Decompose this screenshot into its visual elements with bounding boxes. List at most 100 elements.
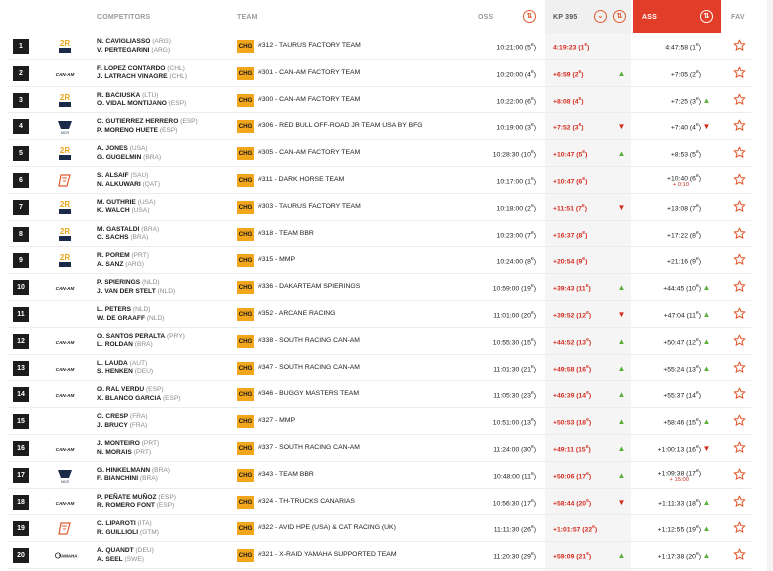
favorite-star-icon[interactable]: [733, 253, 746, 266]
team-name[interactable]: #301 - CAN-AM FACTORY TEAM: [258, 69, 360, 76]
taurus-logo-icon: 2R: [52, 145, 78, 162]
table-row[interactable]: 10 CAN-AM P. SPIERINGS (NLD) J. VAN DER STE…: [0, 274, 773, 301]
oss-time: 10:18:00 (2e): [496, 202, 536, 213]
table-row[interactable]: 13 CAN-AM L. LAUDA (AUT) S. HENKEN (DEU) CHG…: [0, 355, 773, 382]
favorite-star-icon[interactable]: [733, 468, 746, 481]
team-name[interactable]: #305 - CAN-AM FACTORY TEAM: [258, 149, 360, 156]
favorite-star-icon[interactable]: [733, 93, 746, 106]
favorite-star-icon[interactable]: [733, 414, 746, 427]
table-row[interactable]: 9 2R R. POREM (PRT) A. SANZ (ARG) CHG #315 - …: [0, 247, 773, 275]
team-name[interactable]: #303 - TAURUS FACTORY TEAM: [258, 203, 361, 210]
team-name[interactable]: #346 - BUGGY MASTERS TEAM: [258, 390, 359, 397]
kp-sort-button[interactable]: ⇅: [613, 10, 626, 23]
team-name[interactable]: #318 - TEAM BBR: [258, 230, 314, 237]
table-row[interactable]: 19 C. LIPAROTI (ITA) R. GUILLIOLI (GTM) CHG…: [0, 515, 773, 543]
team-name[interactable]: #300 - CAN-AM FACTORY TEAM: [258, 96, 360, 103]
favorite-star-icon[interactable]: [733, 200, 746, 213]
table-row[interactable]: 1 2R N. CAVIGLIASSO (ARG) V. PERTEGARINI (A…: [0, 33, 773, 60]
oss-header: OSS: [478, 14, 494, 21]
team-name[interactable]: #343 - TEAM BBR: [258, 471, 314, 478]
crew-names[interactable]: O. SANTOS PERALTA (PRY) L. ROLDAN (BRA): [97, 333, 185, 350]
table-row[interactable]: 17 MCR G. HINKELMANN (BRA) F. BIANCHINI (BR…: [0, 462, 773, 489]
team-name[interactable]: #322 - AVID HPE (USA) & CAT RACING (UK): [258, 524, 396, 531]
team-name[interactable]: #311 - DARK HORSE TEAM: [258, 176, 344, 183]
crew-names[interactable]: A. JONES (USA) G. GUGELMIN (BRA): [97, 145, 161, 162]
favorite-star-icon[interactable]: [733, 39, 746, 52]
table-row[interactable]: 12 CAN-AM O. SANTOS PERALTA (PRY) L. ROLDAN…: [0, 328, 773, 355]
favorite-star-icon[interactable]: [733, 495, 746, 508]
ass-sort-button[interactable]: ⇅: [700, 10, 713, 23]
crew-names[interactable]: N. CAVIGLIASSO (ARG) V. PERTEGARINI (ARG): [97, 38, 171, 55]
table-row[interactable]: 5 2R A. JONES (USA) G. GUGELMIN (BRA) CHG #30…: [0, 140, 773, 167]
oss-sort-button[interactable]: ⇅: [523, 10, 536, 23]
favorite-star-icon[interactable]: [733, 361, 746, 374]
crew-names[interactable]: F. LOPEZ CONTARDO (CHL) J. LATRACH VINAGR…: [97, 65, 187, 82]
crew-names[interactable]: C. CRESP (FRA) J. BRUCY (FRA): [97, 413, 148, 430]
crew-names[interactable]: R. POREM (PRT) A. SANZ (ARG): [97, 252, 149, 269]
crew-names[interactable]: C. LIPAROTI (ITA) R. GUILLIOLI (GTM): [97, 520, 159, 537]
crew-names[interactable]: M. GUTHRIE (USA) K. WALCH (USA): [97, 199, 156, 216]
oss-time-value: 10:24:00: [496, 258, 524, 266]
table-row[interactable]: 16 CAN-AM J. MONTEIRO (PRT) N. MORAIS (PRT)…: [0, 435, 773, 462]
crew-names[interactable]: O. RAL VERDU (ESP) X. BLANCO GARCIA (ESP): [97, 386, 181, 403]
oss-rank: 30: [523, 446, 531, 454]
favorite-star-icon[interactable]: [733, 146, 746, 159]
crew-names[interactable]: L. PETERS (NLD) W. DE GRAAFF (NLD): [97, 306, 164, 323]
team-name[interactable]: #315 - MMP: [258, 256, 295, 263]
crew-names[interactable]: S. ALSAIF (SAU) N. ALKUWARI (QAT): [97, 172, 160, 189]
kp-rank: 12: [578, 312, 587, 320]
driver-country: (DEU): [135, 547, 154, 555]
team-name[interactable]: #324 - TH-TRUCKS CANARIAS: [258, 498, 355, 505]
table-row[interactable]: 2 CAN-AM F. LOPEZ CONTARDO (CHL) J. LATRACH…: [0, 60, 773, 87]
table-row[interactable]: 7 2R M. GUTHRIE (USA) K. WALCH (USA) CHG #303…: [0, 194, 773, 221]
crew-names[interactable]: A. QUANDT (DEU) A. SEEL (SWE): [97, 547, 154, 564]
favorite-star-icon[interactable]: [733, 334, 746, 347]
table-row[interactable]: 4 MCR C. GUTIERREZ HERRERO (ESP) P. MORENO …: [0, 113, 773, 141]
crew-names[interactable]: J. MONTEIRO (PRT) N. MORAIS (PRT): [97, 440, 159, 457]
favorite-star-icon[interactable]: [733, 521, 746, 534]
crew-names[interactable]: C. GUTIERREZ HERRERO (ESP) P. MORENO HUET…: [97, 118, 198, 135]
table-row[interactable]: 8 2R M. GASTALDI (BRA) C. SACHS (BRA) CHG #31…: [0, 221, 773, 248]
category-badge: CHG: [237, 254, 254, 268]
driver-country: (PRT): [141, 440, 160, 447]
team-name[interactable]: #321 - X-RAID YAMAHA SUPPORTED TEAM: [258, 551, 397, 558]
team-name[interactable]: #327 - MMP: [258, 417, 295, 424]
favorite-star-icon[interactable]: [733, 387, 746, 400]
team-name[interactable]: #312 - TAURUS FACTORY TEAM: [258, 42, 361, 49]
table-row[interactable]: 20 YAMAHA A. QUANDT (DEU) A. SEEL (SWE) CHG #…: [0, 542, 773, 569]
favorite-star-icon[interactable]: [733, 227, 746, 240]
crew-names[interactable]: L. LAUDA (AUT) S. HENKEN (DEU): [97, 360, 153, 377]
category-badge: CHG: [237, 200, 254, 214]
favorite-star-icon[interactable]: [733, 307, 746, 320]
table-row[interactable]: 15 C. CRESP (FRA) J. BRUCY (FRA) CHG #327 - …: [0, 408, 773, 435]
table-row[interactable]: 18 CAN-AM P. PEÑATE MUÑOZ (ESP) R. ROMERO F…: [0, 489, 773, 516]
position-badge: 8: [13, 226, 29, 242]
favorite-star-icon[interactable]: [733, 441, 746, 454]
table-row[interactable]: 14 CAN-AM O. RAL VERDU (ESP) X. BLANCO GARC…: [0, 381, 773, 409]
table-row[interactable]: 3 2R R. BACIUSKA (LTU) O. VIDAL MONTIJANO (…: [0, 87, 773, 114]
category-badge: CHG: [237, 549, 254, 563]
ass-time: +8:53 (5e): [670, 149, 701, 159]
scrollbar[interactable]: [767, 0, 773, 571]
ass-time: +7:25 (3e): [670, 95, 701, 105]
favorite-star-icon[interactable]: [733, 548, 746, 561]
team-name[interactable]: #338 - SOUTH RACING CAN-AM: [258, 337, 360, 344]
crew-names[interactable]: G. HINKELMANN (BRA) F. BIANCHINI (BRA): [97, 467, 170, 484]
favorite-star-icon[interactable]: [733, 66, 746, 79]
kp-select-chevron-down-icon[interactable]: ⌄: [594, 10, 607, 23]
crew-names[interactable]: M. GASTALDI (BRA) C. SACHS (BRA): [97, 226, 159, 243]
team-name[interactable]: #336 - DAKARTEAM SPIERINGS: [258, 283, 360, 290]
favorite-star-icon[interactable]: [733, 119, 746, 132]
crew-names[interactable]: R. BACIUSKA (LTU) O. VIDAL MONTIJANO (ESP…: [97, 92, 186, 109]
driver-country: (AUT): [129, 359, 148, 367]
table-row[interactable]: 11 L. PETERS (NLD) W. DE GRAAFF (NLD) CHG #3…: [0, 301, 773, 328]
favorite-star-icon[interactable]: [733, 173, 746, 186]
crew-names[interactable]: P. SPIERINGS (NLD) J. VAN DER STELT (NLD): [97, 279, 175, 296]
crew-names[interactable]: P. PEÑATE MUÑOZ (ESP) R. ROMERO FONT (ESP…: [97, 494, 176, 511]
team-name[interactable]: #337 - SOUTH RACING CAN-AM: [258, 444, 360, 451]
team-name[interactable]: #306 - RED BULL OFF-ROAD JR TEAM USA BY …: [258, 122, 423, 129]
team-name[interactable]: #347 - SOUTH RACING CAN-AM: [258, 364, 360, 371]
table-row[interactable]: 6 S. ALSAIF (SAU) N. ALKUWARI (QAT) CHG #311…: [0, 167, 773, 194]
favorite-star-icon[interactable]: [733, 280, 746, 293]
team-name[interactable]: #352 - ARCANE RACING: [258, 310, 335, 317]
